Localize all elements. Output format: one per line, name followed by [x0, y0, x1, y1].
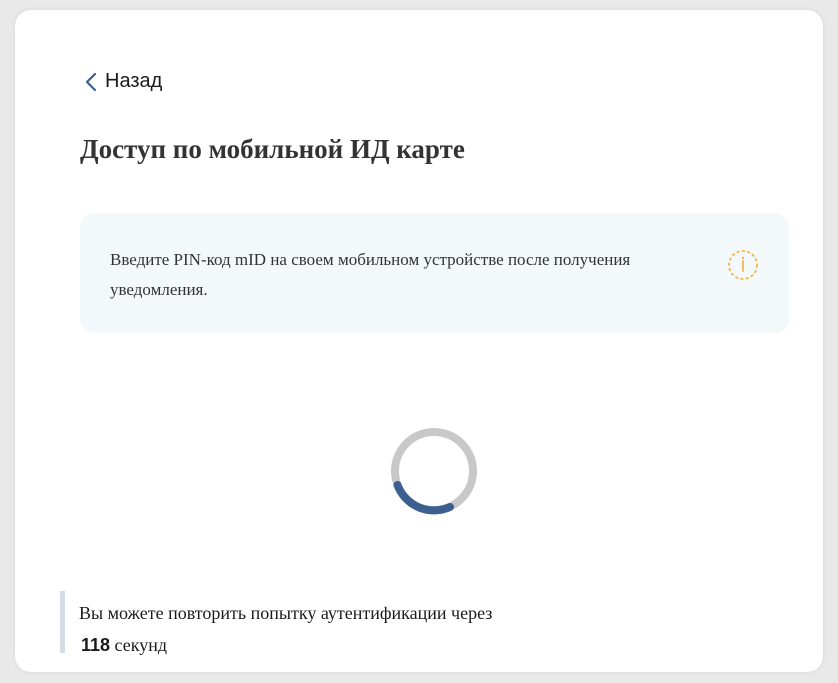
- retry-message: Вы можете повторить попытку аутентификац…: [79, 603, 493, 623]
- retry-notice: Вы можете повторить попытку аутентификац…: [60, 591, 493, 656]
- retry-countdown: 118 секунд: [79, 634, 492, 656]
- countdown-unit: секунд: [114, 635, 168, 655]
- info-message: Введите PIN-код mID на своем мобильном у…: [110, 250, 631, 299]
- info-icon: [726, 248, 760, 287]
- chevron-left-icon: [85, 72, 97, 92]
- back-button[interactable]: Назад: [85, 70, 162, 93]
- back-label: Назад: [105, 70, 163, 92]
- countdown-seconds: 118: [81, 635, 111, 655]
- page-title: Доступ по мобильной ИД карте: [80, 134, 465, 164]
- loading-spinner-icon: [390, 427, 478, 520]
- info-panel: Введите PIN-код mID на своем мобильном у…: [80, 213, 789, 333]
- auth-card: Назад Доступ по мобильной ИД карте Введи…: [15, 10, 823, 672]
